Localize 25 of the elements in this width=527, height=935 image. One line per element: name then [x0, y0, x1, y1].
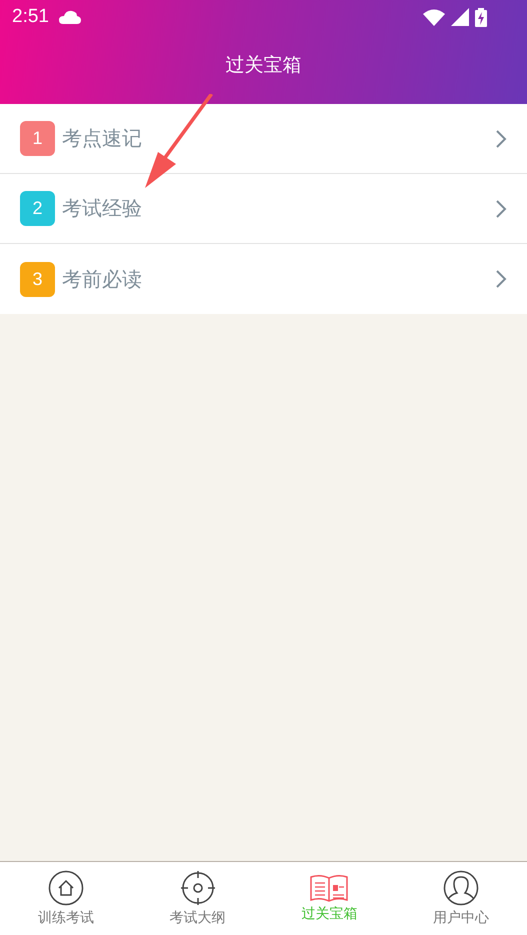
chevron-icon: [495, 128, 507, 148]
nav-tab[interactable]: 训练考试: [0, 862, 132, 935]
menu-item[interactable]: 2 考试经验: [0, 174, 527, 244]
item-label: 考点速记: [62, 125, 143, 152]
nav-tab[interactable]: 用户中心: [395, 862, 527, 935]
status-time: 2:51: [12, 6, 49, 28]
cloud-icon: [58, 10, 81, 24]
chevron-icon: [495, 269, 507, 289]
item-label: 考前必读: [62, 266, 143, 292]
signal-icon: [451, 8, 469, 26]
nav-tab[interactable]: 考试大纲: [132, 862, 264, 935]
wifi-icon: [423, 8, 445, 26]
crosshair-icon: [180, 870, 216, 906]
number-badge: 2: [20, 191, 55, 226]
nav-tab[interactable]: 过关宝箱: [264, 862, 396, 935]
number-badge: 1: [20, 121, 55, 156]
menu-item[interactable]: 3 考前必读: [0, 244, 527, 314]
user-icon: [443, 870, 480, 906]
chevron-icon: [495, 198, 507, 218]
number-badge: 3: [20, 262, 55, 296]
page-title: 过关宝箱: [224, 53, 302, 78]
book-icon: [310, 874, 348, 902]
home-icon: [48, 870, 84, 906]
item-label: 考试经验: [62, 195, 143, 222]
battery-icon: [475, 8, 487, 26]
